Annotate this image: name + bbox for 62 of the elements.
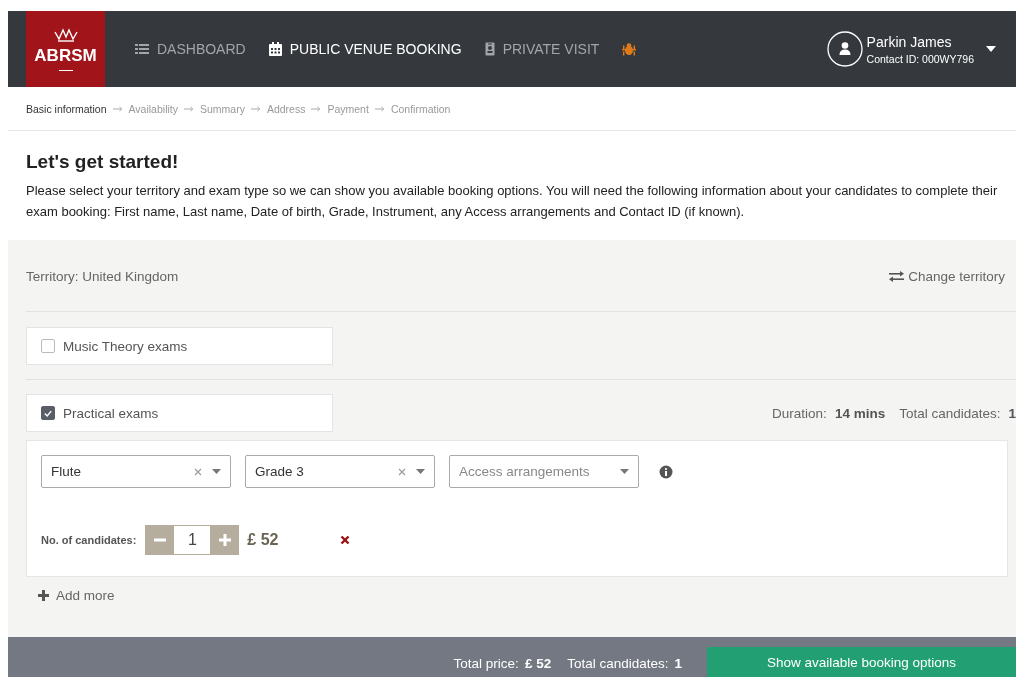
caret-icon — [620, 469, 629, 474]
checkbox[interactable] — [41, 339, 55, 353]
total-candidates-value: 1 — [1008, 405, 1016, 421]
progress-step: Basic information — [26, 102, 107, 115]
dropdown-field[interactable]: Access arrangements — [449, 455, 639, 488]
list-icon — [135, 43, 149, 55]
user-avatar-icon — [826, 31, 863, 67]
total-candidates-value: 1 — [674, 656, 682, 671]
dropdown-field[interactable]: Grade 3 — [245, 455, 435, 488]
increase-button[interactable] — [210, 525, 240, 555]
progress-step: Address — [266, 102, 306, 115]
nav-link[interactable]: DASHBOARD — [135, 41, 246, 57]
logo-text: ABRSM — [34, 45, 97, 66]
change-territory-link[interactable]: Change territory — [889, 268, 1005, 284]
plus-icon — [218, 534, 231, 546]
logo-underline — [58, 69, 73, 72]
arrow-icon — [250, 105, 261, 112]
crown-icon — [52, 26, 79, 43]
add-more-link[interactable]: Add more — [38, 588, 115, 603]
contact-id: Contact ID: 000WY796 — [866, 52, 974, 65]
user-name: Parkin James — [866, 33, 953, 50]
duration-label: Duration: — [772, 405, 827, 421]
caret-icon — [416, 469, 425, 474]
info-icon — [659, 464, 673, 479]
bug-report-button[interactable] — [622, 42, 637, 56]
exam-type-option[interactable]: Practical exams — [26, 394, 333, 432]
checkbox[interactable] — [41, 406, 55, 420]
territory-text: Territory: United Kingdom — [26, 268, 179, 284]
page-heading: Let's get started! — [26, 151, 180, 173]
remove-icon — [340, 535, 351, 545]
progress-step: Payment — [327, 102, 369, 115]
check-icon — [44, 409, 52, 417]
caret-icon — [986, 46, 996, 52]
total-price-value: £ 52 — [524, 656, 552, 671]
decrease-button[interactable] — [145, 525, 175, 555]
dropdown-field[interactable]: Flute — [41, 455, 231, 488]
clear-icon — [194, 467, 202, 476]
id-badge-icon — [484, 42, 495, 56]
progress-step: Confirmation — [390, 102, 451, 115]
swap-arrows-icon — [889, 270, 905, 282]
price-text: £ 52 — [247, 531, 279, 549]
candidates-label: No. of candidates: — [41, 534, 137, 546]
calendar-icon — [268, 42, 282, 56]
arrow-icon — [183, 105, 194, 112]
user-menu[interactable]: Parkin James Contact ID: 000WY796 — [826, 31, 996, 67]
total-price-label: Total price: — [453, 656, 519, 671]
instructions-text: Please select your territory and exam type so we can show you available booking options. You will need the following information about your candidates to complete their exam booking: First name, Last name, Date of birth, Grade, Instrument, any Access arrangements and Contact ID (if known). — [26, 182, 998, 221]
caret-icon — [212, 469, 221, 474]
arrow-icon — [311, 105, 322, 112]
arrow-icon — [112, 105, 123, 112]
bug-icon — [622, 42, 637, 56]
plus-icon — [38, 590, 49, 601]
progress-step: Summary — [199, 102, 245, 115]
total-candidates-label: Total candidates: — [567, 656, 669, 671]
exam-type-option[interactable]: Music Theory exams — [26, 327, 333, 365]
arrow-icon — [374, 105, 385, 112]
duration-value: 14 mins — [834, 405, 886, 421]
progress-step: Availability — [128, 102, 178, 115]
total-candidates-label: Total candidates: — [899, 405, 1001, 421]
clear-icon — [398, 467, 406, 476]
nav-link[interactable]: PUBLIC VENUE BOOKING — [268, 41, 462, 57]
nav-link[interactable]: PRIVATE VISIT — [484, 41, 600, 57]
